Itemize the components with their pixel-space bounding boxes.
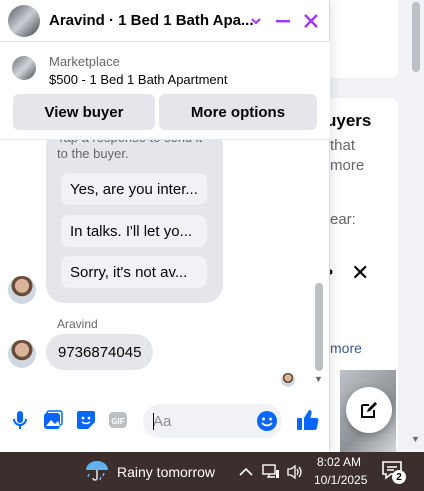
background-text: more — [330, 157, 365, 174]
gif-button[interactable]: GIF — [107, 409, 129, 431]
avatar[interactable] — [8, 340, 36, 368]
chat-window: Aravind · 1 Bed 1 Bath Apa... Marketplac… — [0, 0, 330, 452]
quick-reply-button[interactable]: In talks. I'll let yo... — [61, 215, 207, 247]
photo-icon — [44, 410, 63, 429]
quick-reply-note: Tap a response to send it to the buyer. — [57, 140, 202, 161]
taskbar: Rainy tomorrow 8:02 AM 10/1/2025 2 — [0, 452, 424, 491]
text-caret — [153, 413, 154, 430]
show-hidden-icons-chevron-up-icon[interactable] — [236, 462, 256, 482]
sender-name: Aravind — [57, 317, 98, 331]
see-more-link[interactable]: more — [330, 340, 362, 356]
scroll-down-arrow-icon[interactable]: ▼ — [411, 434, 420, 444]
scrollbar-thumb[interactable] — [412, 2, 420, 72]
notification-count-badge: 2 — [392, 470, 406, 484]
minimize-icon — [276, 20, 290, 23]
voice-clip-button[interactable] — [9, 409, 31, 431]
close-chat-button[interactable] — [299, 9, 323, 33]
emoji-button[interactable] — [256, 410, 278, 432]
listing-title[interactable]: $500 - 1 Bed 1 Bath Apartment — [49, 72, 228, 87]
attach-photo-button[interactable] — [42, 409, 64, 431]
send-like-button[interactable] — [295, 407, 321, 433]
sticker-button[interactable] — [75, 409, 97, 431]
seen-indicator-avatar — [281, 373, 295, 387]
volume-icon[interactable] — [285, 462, 305, 482]
listing-thumbnail[interactable] — [12, 56, 36, 80]
avatar[interactable] — [8, 276, 36, 304]
marketplace-listing: Marketplace $500 - 1 Bed 1 Bath Apartmen… — [0, 42, 330, 140]
quick-reply-button[interactable]: Yes, are you inter... — [61, 173, 207, 205]
background-text: ear: — [330, 211, 356, 228]
chevron-down-icon — [251, 18, 261, 25]
close-icon[interactable]: ✕ — [351, 260, 369, 286]
background-text: that — [330, 137, 356, 154]
gif-icon: GIF — [109, 412, 127, 428]
notification-center-button[interactable]: 2 — [381, 460, 407, 484]
message-composer: GIF — [0, 398, 330, 444]
quick-reply-button[interactable]: Sorry, it's not av... — [61, 256, 207, 288]
smiley-icon — [257, 411, 277, 431]
message-input[interactable] — [153, 411, 253, 431]
page-scrollbar[interactable]: ▼ — [408, 0, 424, 452]
quick-reply-group: Tap a response to send it to the buyer. … — [46, 140, 223, 303]
weather-status[interactable]: Rainy tomorrow — [117, 464, 215, 480]
message-input-box[interactable] — [143, 404, 282, 438]
close-icon — [304, 14, 318, 28]
marketplace-label: Marketplace — [49, 54, 120, 69]
scroll-down-arrow-icon[interactable]: ▼ — [314, 374, 323, 384]
sticker-icon — [77, 411, 95, 429]
more-options-button[interactable]: More options — [159, 94, 317, 130]
minimize-chat-button[interactable] — [271, 9, 295, 33]
background-heading: uyers — [326, 111, 372, 130]
chat-header[interactable]: Aravind · 1 Bed 1 Bath Apa... — [0, 0, 330, 42]
chat-scrollbar[interactable]: ▼ — [314, 140, 324, 396]
view-buyer-button[interactable]: View buyer — [13, 94, 155, 130]
new-message-button[interactable] — [346, 387, 392, 433]
chat-title[interactable]: Aravind · 1 Bed 1 Bath Apa... — [49, 12, 254, 29]
rain-umbrella-icon[interactable] — [84, 458, 110, 484]
compose-icon — [361, 402, 377, 418]
thumbs-up-icon — [297, 410, 319, 431]
clock-date[interactable]: 10/1/2025 — [314, 473, 367, 487]
microphone-icon — [13, 411, 27, 429]
network-icon[interactable] — [261, 462, 281, 482]
svg-text:GIF: GIF — [111, 417, 124, 426]
listing-avatar[interactable] — [8, 5, 40, 37]
message-bubble[interactable]: 9736874045 — [46, 334, 154, 370]
chat-options-button[interactable] — [244, 9, 268, 33]
clock-time[interactable]: 8:02 AM — [317, 455, 361, 469]
message-list: Tap a response to send it to the buyer. … — [0, 140, 330, 396]
scrollbar-thumb[interactable] — [315, 283, 323, 371]
